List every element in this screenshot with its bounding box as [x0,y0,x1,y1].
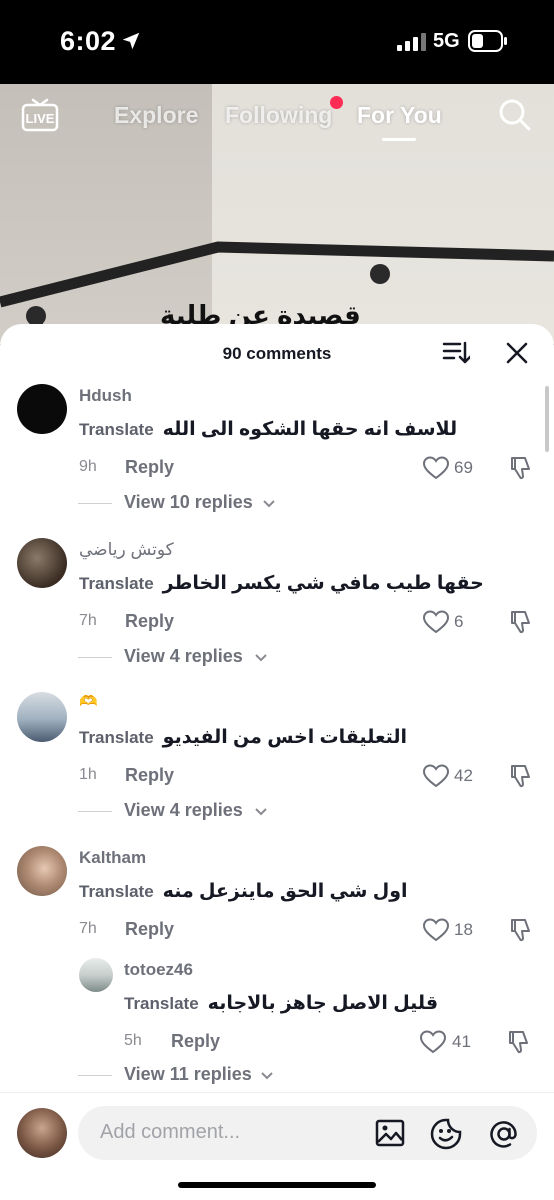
comment-input-placeholder: Add comment... [100,1121,241,1143]
top-navigation: LIVE Explore Following For You [0,84,554,154]
reply-button[interactable]: Reply [125,765,174,786]
dislike-icon[interactable] [507,609,533,635]
network-type: 5G [433,30,460,52]
avatar[interactable] [17,692,67,742]
reply-button[interactable]: Reply [171,1031,220,1052]
like-count: 18 [454,920,473,939]
avatar[interactable] [17,538,67,588]
reply-button[interactable]: Reply [125,457,174,478]
live-icon[interactable]: LIVE [20,96,60,132]
comments-count: 90 comments [222,344,332,363]
comment-username[interactable]: Kaltham [79,848,146,868]
sheet-header: 90 comments [0,324,554,382]
location-arrow-icon [122,32,140,50]
comment-username[interactable]: كوتش رياضي [79,540,174,560]
live-icon-label: LIVE [26,111,55,126]
comment-text: للاسف انه حقها الشكوه الى الله [162,419,458,440]
comments-sheet: 90 comments Hdush Translate للاسف انه حق… [0,324,554,1200]
heart-icon[interactable] [420,1030,446,1054]
dislike-icon[interactable] [507,455,533,481]
chevron-down-icon [255,654,267,662]
image-icon[interactable] [375,1119,405,1147]
like-count: 6 [454,612,464,631]
chevron-down-icon [261,1072,273,1080]
reply-text: قليل الاصل جاهز بالاجابه [207,993,439,1014]
heart-icon[interactable] [423,610,449,634]
translate-link[interactable]: Translate [79,420,154,439]
view-replies-label: View 10 replies [124,492,253,512]
translate-link[interactable]: Translate [124,994,199,1013]
comment-time: 1h [79,766,97,783]
comment-time: 7h [79,612,97,629]
comment-time: 9h [79,458,97,475]
mention-icon[interactable] [488,1118,520,1150]
comment-text-line: Translate للاسف انه حقها الشكوه الى الله [79,418,457,441]
following-notification-dot [330,96,343,109]
like-count: 69 [454,458,473,477]
view-replies-label: View 4 replies [124,646,243,666]
status-time: 6:02 [60,26,117,56]
comment-text: اول شي الحق ماينزعل منه [162,881,408,902]
divider [78,1075,112,1076]
comment-item: Hdush Translate للاسف انه حقها الشكوه ال… [0,380,554,530]
emoji-icon[interactable] [430,1118,462,1150]
chevron-down-icon [255,808,267,816]
reply-button[interactable]: Reply [125,919,174,940]
avatar[interactable] [79,958,113,992]
view-replies-label: View 4 replies [124,800,243,820]
comment-username[interactable]: 🫶 [79,692,98,710]
comment-text-line: Translate حقها طيب مافي شي يكسر الخاطر [79,572,484,595]
active-tab-underline [382,138,416,141]
like-count: 42 [454,766,473,785]
comment-item: Kaltham Translate اول شي الحق ماينزعل من… [0,842,554,962]
divider [78,657,112,658]
translate-link[interactable]: Translate [79,728,154,747]
sort-icon[interactable] [442,340,470,366]
tab-explore[interactable]: Explore [114,102,198,129]
my-avatar [17,1108,67,1158]
comment-text-line: Translate التعليقات اخس من الفيديو [79,726,407,749]
like-count: 41 [452,1032,471,1051]
search-icon[interactable] [498,98,532,132]
dislike-icon[interactable] [507,763,533,789]
translate-link[interactable]: Translate [79,574,154,593]
avatar[interactable] [17,846,67,896]
chevron-down-icon [263,500,275,508]
reply-username[interactable]: totoez46 [124,960,193,980]
comment-time: 7h [79,920,97,937]
view-replies-button[interactable]: View 11 replies [78,1064,378,1088]
dislike-icon[interactable] [507,917,533,943]
status-bar: 6:02 5G [0,0,554,84]
translate-link[interactable]: Translate [79,882,154,901]
comment-username[interactable]: Hdush [79,386,132,406]
reply-text-line: Translate قليل الاصل جاهز بالاجابه [124,992,438,1015]
avatar[interactable] [17,384,67,434]
view-replies-button[interactable]: View 10 replies [78,492,378,516]
divider [78,503,112,504]
heart-icon[interactable] [423,918,449,942]
comment-text-line: Translate اول شي الحق ماينزعل منه [79,880,408,903]
heart-icon[interactable] [423,764,449,788]
tab-following[interactable]: Following [225,102,332,129]
comment-item: كوتش رياضي Translate حقها طيب مافي شي يك… [0,534,554,684]
reply-time: 5h [124,1032,142,1049]
heart-icon[interactable] [423,456,449,480]
reply-button[interactable]: Reply [125,611,174,632]
tab-for-you[interactable]: For You [357,102,442,129]
comment-input[interactable]: Add comment... [78,1106,537,1160]
home-indicator[interactable] [178,1182,376,1188]
close-icon[interactable] [505,341,529,365]
divider [78,811,112,812]
view-replies-label: View 11 replies [124,1064,252,1084]
reply-item: totoez46 Translate قليل الاصل جاهز بالاج… [0,954,554,1104]
dislike-icon[interactable] [505,1029,531,1055]
view-replies-button[interactable]: View 4 replies [78,800,378,824]
comment-text: حقها طيب مافي شي يكسر الخاطر [162,573,484,594]
view-replies-button[interactable]: View 4 replies [78,646,378,670]
battery-icon [468,30,507,52]
comment-text: التعليقات اخس من الفيديو [162,727,408,748]
comment-item: 🫶 Translate التعليقات اخس من الفيديو 1h … [0,688,554,838]
signal-icon [397,33,426,51]
